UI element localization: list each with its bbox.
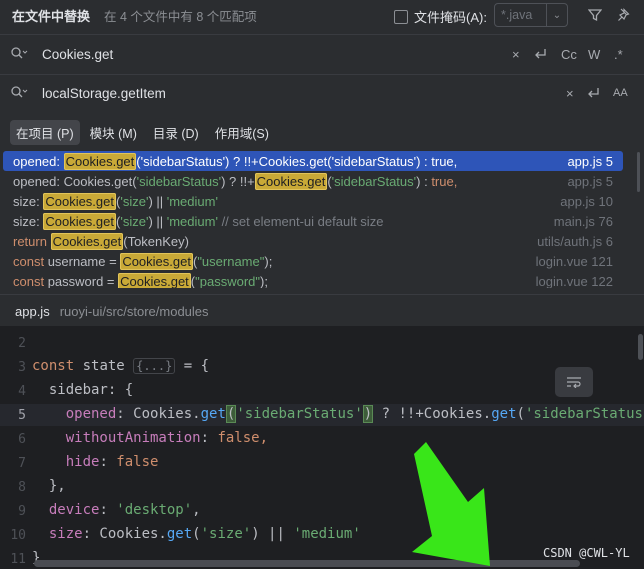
line-number: 2 [18,336,26,351]
whole-words-button[interactable]: W [588,45,600,63]
filter-icon[interactable] [585,5,605,25]
clear-replace-icon[interactable]: × [566,84,574,102]
file-mask-select[interactable]: *.java ⌄ [494,3,568,27]
line-number: 10 [10,528,26,543]
code-line: }, [32,478,66,494]
preview-file-name: app.js [15,303,50,319]
file-mask-label: 文件掩码(A): [414,10,487,25]
watermark: CSDN @CWL-YL [543,546,630,560]
code-line: withoutAnimation: false, [65,430,269,446]
match-highlight: Cookies.get [43,192,116,210]
code-line: const state {...} = { [32,358,210,374]
result-file: login.vue 122 [535,273,613,289]
replace-history-icon[interactable] [10,85,28,102]
dialog-header: 在文件中替换 在 4 个文件中有 8 个匹配项 文件掩码(A): *.java … [0,0,644,30]
code-line: size: Cookies.get('size') || 'medium' [48,526,361,542]
result-row[interactable]: const username = Cookies.get ("username")… [3,251,623,271]
tab-module[interactable]: 模块 (M) [84,120,143,145]
tab-project[interactable]: 在项目 (P) [10,120,80,145]
result-file: app.js 5 [567,173,613,189]
clear-search-icon[interactable]: × [512,45,520,63]
preview-header: app.js ruoyi-ui/src/store/modules [0,296,644,326]
editor-vertical-scrollbar[interactable] [638,334,643,360]
fold-placeholder[interactable]: {...} [133,358,176,374]
regex-button[interactable]: .* [614,45,623,63]
result-row[interactable]: return Cookies.get (TokenKey) utils/auth.… [3,231,623,251]
line-number: 7 [18,456,26,471]
result-file: login.vue 121 [535,253,613,269]
match-highlight: Cookies.get [254,172,328,190]
soft-wrap-button[interactable] [555,367,593,397]
result-row[interactable]: size: Cookies.get ('size') || 'medium' ap… [3,191,623,211]
replace-row: localStorage.getItem × AA [0,75,644,111]
results-scrollbar[interactable] [637,152,640,192]
replace-input[interactable]: localStorage.getItem [42,86,166,101]
tab-directory[interactable]: 目录 (D) [147,120,205,145]
match-highlight: Cookies.get [120,252,193,270]
chevron-down-icon[interactable]: ⌄ [546,4,567,26]
preview-file-path: ruoyi-ui/src/store/modules [59,303,209,319]
result-row[interactable]: const password = Cookies.get ("password")… [3,271,623,288]
code-line: opened: Cookies.get('sidebarStatus') ? !… [65,405,644,423]
line-number: 6 [18,432,26,447]
result-file: utils/auth.js 6 [537,233,613,249]
match-highlight: Cookies.get [63,152,137,170]
match-summary: 在 4 个文件中有 8 个匹配项 [104,9,257,24]
search-input[interactable]: Cookies.get [42,47,113,62]
line-number: 9 [18,504,26,519]
line-number: 11 [10,552,26,567]
line-number: 3 [18,360,26,375]
result-file: app.js 10 [560,193,613,209]
line-gutter: 2 3 4 5 6 7 8 9 10 11 [0,326,28,569]
file-mask-value: *.java [501,8,533,22]
result-row[interactable]: size: Cookies.get ('size') || 'medium' //… [3,211,623,231]
line-number: 8 [18,480,26,495]
file-mask-checkbox[interactable] [394,9,408,24]
divider [0,34,644,35]
match-case-button[interactable]: Cc [561,45,577,63]
code-preview-editor[interactable]: 2 3 4 5 6 7 8 9 10 11 const state {...} … [0,326,644,569]
result-file: app.js 5 [567,153,613,169]
match-highlight: Cookies.get [118,272,191,288]
search-row: Cookies.get × Cc W .* [0,36,644,72]
pin-icon[interactable] [614,5,634,25]
code-line: device: 'desktop', [48,502,201,518]
match-highlight: Cookies.get [50,232,124,250]
result-row[interactable]: opened: Cookies.get('sidebarStatus') ? !… [3,151,623,171]
scope-tabs: 在项目 (P) 模块 (M) 目录 (D) 作用域(S) [10,120,279,145]
match-highlight: Cookies.get [43,212,116,230]
new-line-icon[interactable] [533,45,547,63]
result-file: main.js 76 [553,213,613,229]
line-number: 4 [18,384,26,399]
line-number: 5 [18,408,26,423]
results-list: opened: Cookies.get ('sidebarStatus') ? !… [0,150,644,288]
preserve-case-button[interactable]: AA [613,84,628,102]
tab-scope[interactable]: 作用域(S) [209,120,275,145]
result-row[interactable]: opened: Cookies.get('sidebarStatus') ? !… [3,171,623,191]
annotation-arrow-icon [412,442,490,566]
search-history-icon[interactable] [10,46,28,63]
divider [0,294,644,295]
dialog-title: 在文件中替换 [12,8,91,24]
code-line: sidebar: { [32,382,134,398]
code-line: hide: false [65,454,159,470]
new-line-icon[interactable] [586,84,600,102]
file-mask-toggle[interactable]: 文件掩码(A): [394,7,487,26]
